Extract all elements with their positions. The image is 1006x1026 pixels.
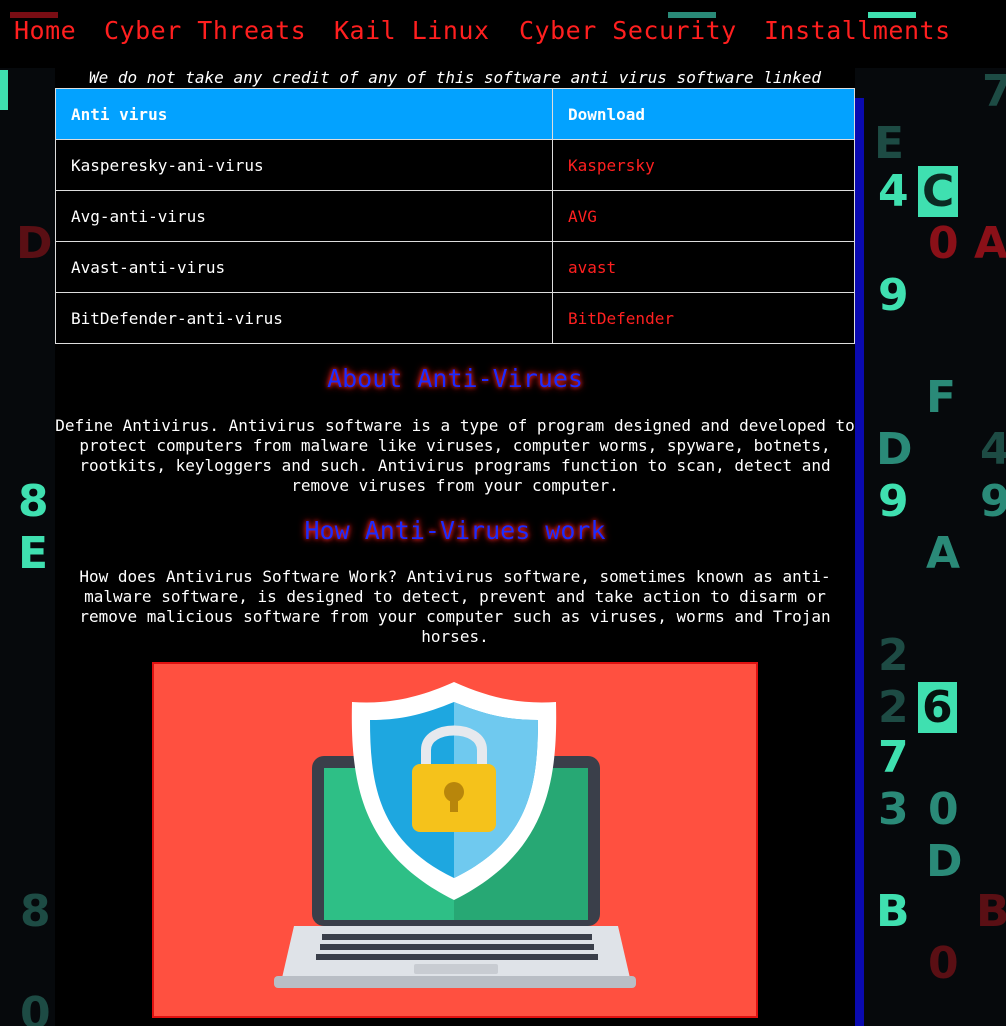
nav-home[interactable]: Home <box>14 16 76 45</box>
download-link[interactable]: AVG <box>552 190 855 242</box>
nav-kail-linux[interactable]: Kail Linux <box>334 16 490 45</box>
bg-glyph: 0 <box>928 938 959 989</box>
bg-glyph: 8 <box>18 476 49 527</box>
bg-glyph: 6 <box>918 682 957 733</box>
antivirus-name: Avast-anti-virus <box>55 241 553 293</box>
antivirus-name: Kasperesky-ani-virus <box>55 139 553 191</box>
download-link[interactable]: BitDefender <box>552 292 855 344</box>
bg-glyph: 9 <box>878 270 909 321</box>
table-row: Avast-anti-virus avast <box>55 241 855 293</box>
bg-glyph: 9 <box>878 476 909 527</box>
bg-glyph: 3 <box>878 784 909 835</box>
top-nav: Home Cyber Threats Kail Linux Cyber Secu… <box>0 0 1006 68</box>
bg-glyph: 4 <box>980 424 1006 475</box>
bg-glyph: 7 <box>982 66 1006 117</box>
bg-glyph: 0 <box>928 784 959 835</box>
bg-glyph: 8 <box>20 886 51 937</box>
nav-cyber-threats[interactable]: Cyber Threats <box>104 16 306 45</box>
about-text: Define Antivirus. Antivirus software is … <box>55 416 855 495</box>
nav-installments[interactable]: Installments <box>764 16 951 45</box>
nav-cyber-security[interactable]: Cyber Security <box>519 16 737 45</box>
bg-glyph: D <box>16 218 53 269</box>
table-header-row: Anti virus Download <box>55 88 855 140</box>
how-text: How does Antivirus Software Work? Antivi… <box>79 567 831 646</box>
download-link[interactable]: Kaspersky <box>552 139 855 191</box>
bg-glyph: 7 <box>878 732 909 783</box>
antivirus-name: BitDefender-anti-virus <box>55 292 553 344</box>
bg-glyph: A <box>926 528 961 579</box>
bg-glyph: 0 <box>20 988 51 1026</box>
column-header: Download <box>552 88 855 140</box>
laptop-shield-lock-icon <box>274 682 636 988</box>
side-accent-bar <box>855 98 864 1026</box>
bg-glyph: 2 <box>878 682 909 733</box>
credit-note: We do not take any credit of any of this… <box>88 68 822 87</box>
bg-glyph: 4 <box>878 166 909 217</box>
download-link[interactable]: avast <box>552 241 855 293</box>
bg-glyph: C <box>918 166 959 217</box>
bg-glyph: E <box>18 528 49 579</box>
bg-glyph: D <box>926 836 963 887</box>
bg-glyph: E <box>874 118 905 169</box>
bg-glyph: 2 <box>878 630 909 681</box>
bg-glyph: D <box>876 424 913 475</box>
antivirus-name: Avg-anti-virus <box>55 190 553 242</box>
bg-glyph: B <box>976 886 1006 937</box>
column-header: Anti virus <box>55 88 553 140</box>
main-content: We do not take any credit of any of this… <box>55 68 855 1026</box>
bg-glyph: 9 <box>980 476 1006 527</box>
table-row: Kasperesky-ani-virus Kaspersky <box>55 139 855 191</box>
how-heading: How Anti-Virues work <box>304 516 606 545</box>
about-heading: About Anti-Virues <box>327 364 583 393</box>
bg-glyph: B <box>876 886 910 937</box>
table-row: BitDefender-anti-virus BitDefender <box>55 292 855 344</box>
antivirus-hero-image <box>152 662 758 1018</box>
bg-glyph: F <box>926 372 957 423</box>
bg-glyph: 0 <box>928 218 959 269</box>
bg-glyph: A <box>974 218 1006 269</box>
antivirus-table: Anti virus Download Kasperesky-ani-virus… <box>55 88 855 344</box>
table-row: Avg-anti-virus AVG <box>55 190 855 242</box>
